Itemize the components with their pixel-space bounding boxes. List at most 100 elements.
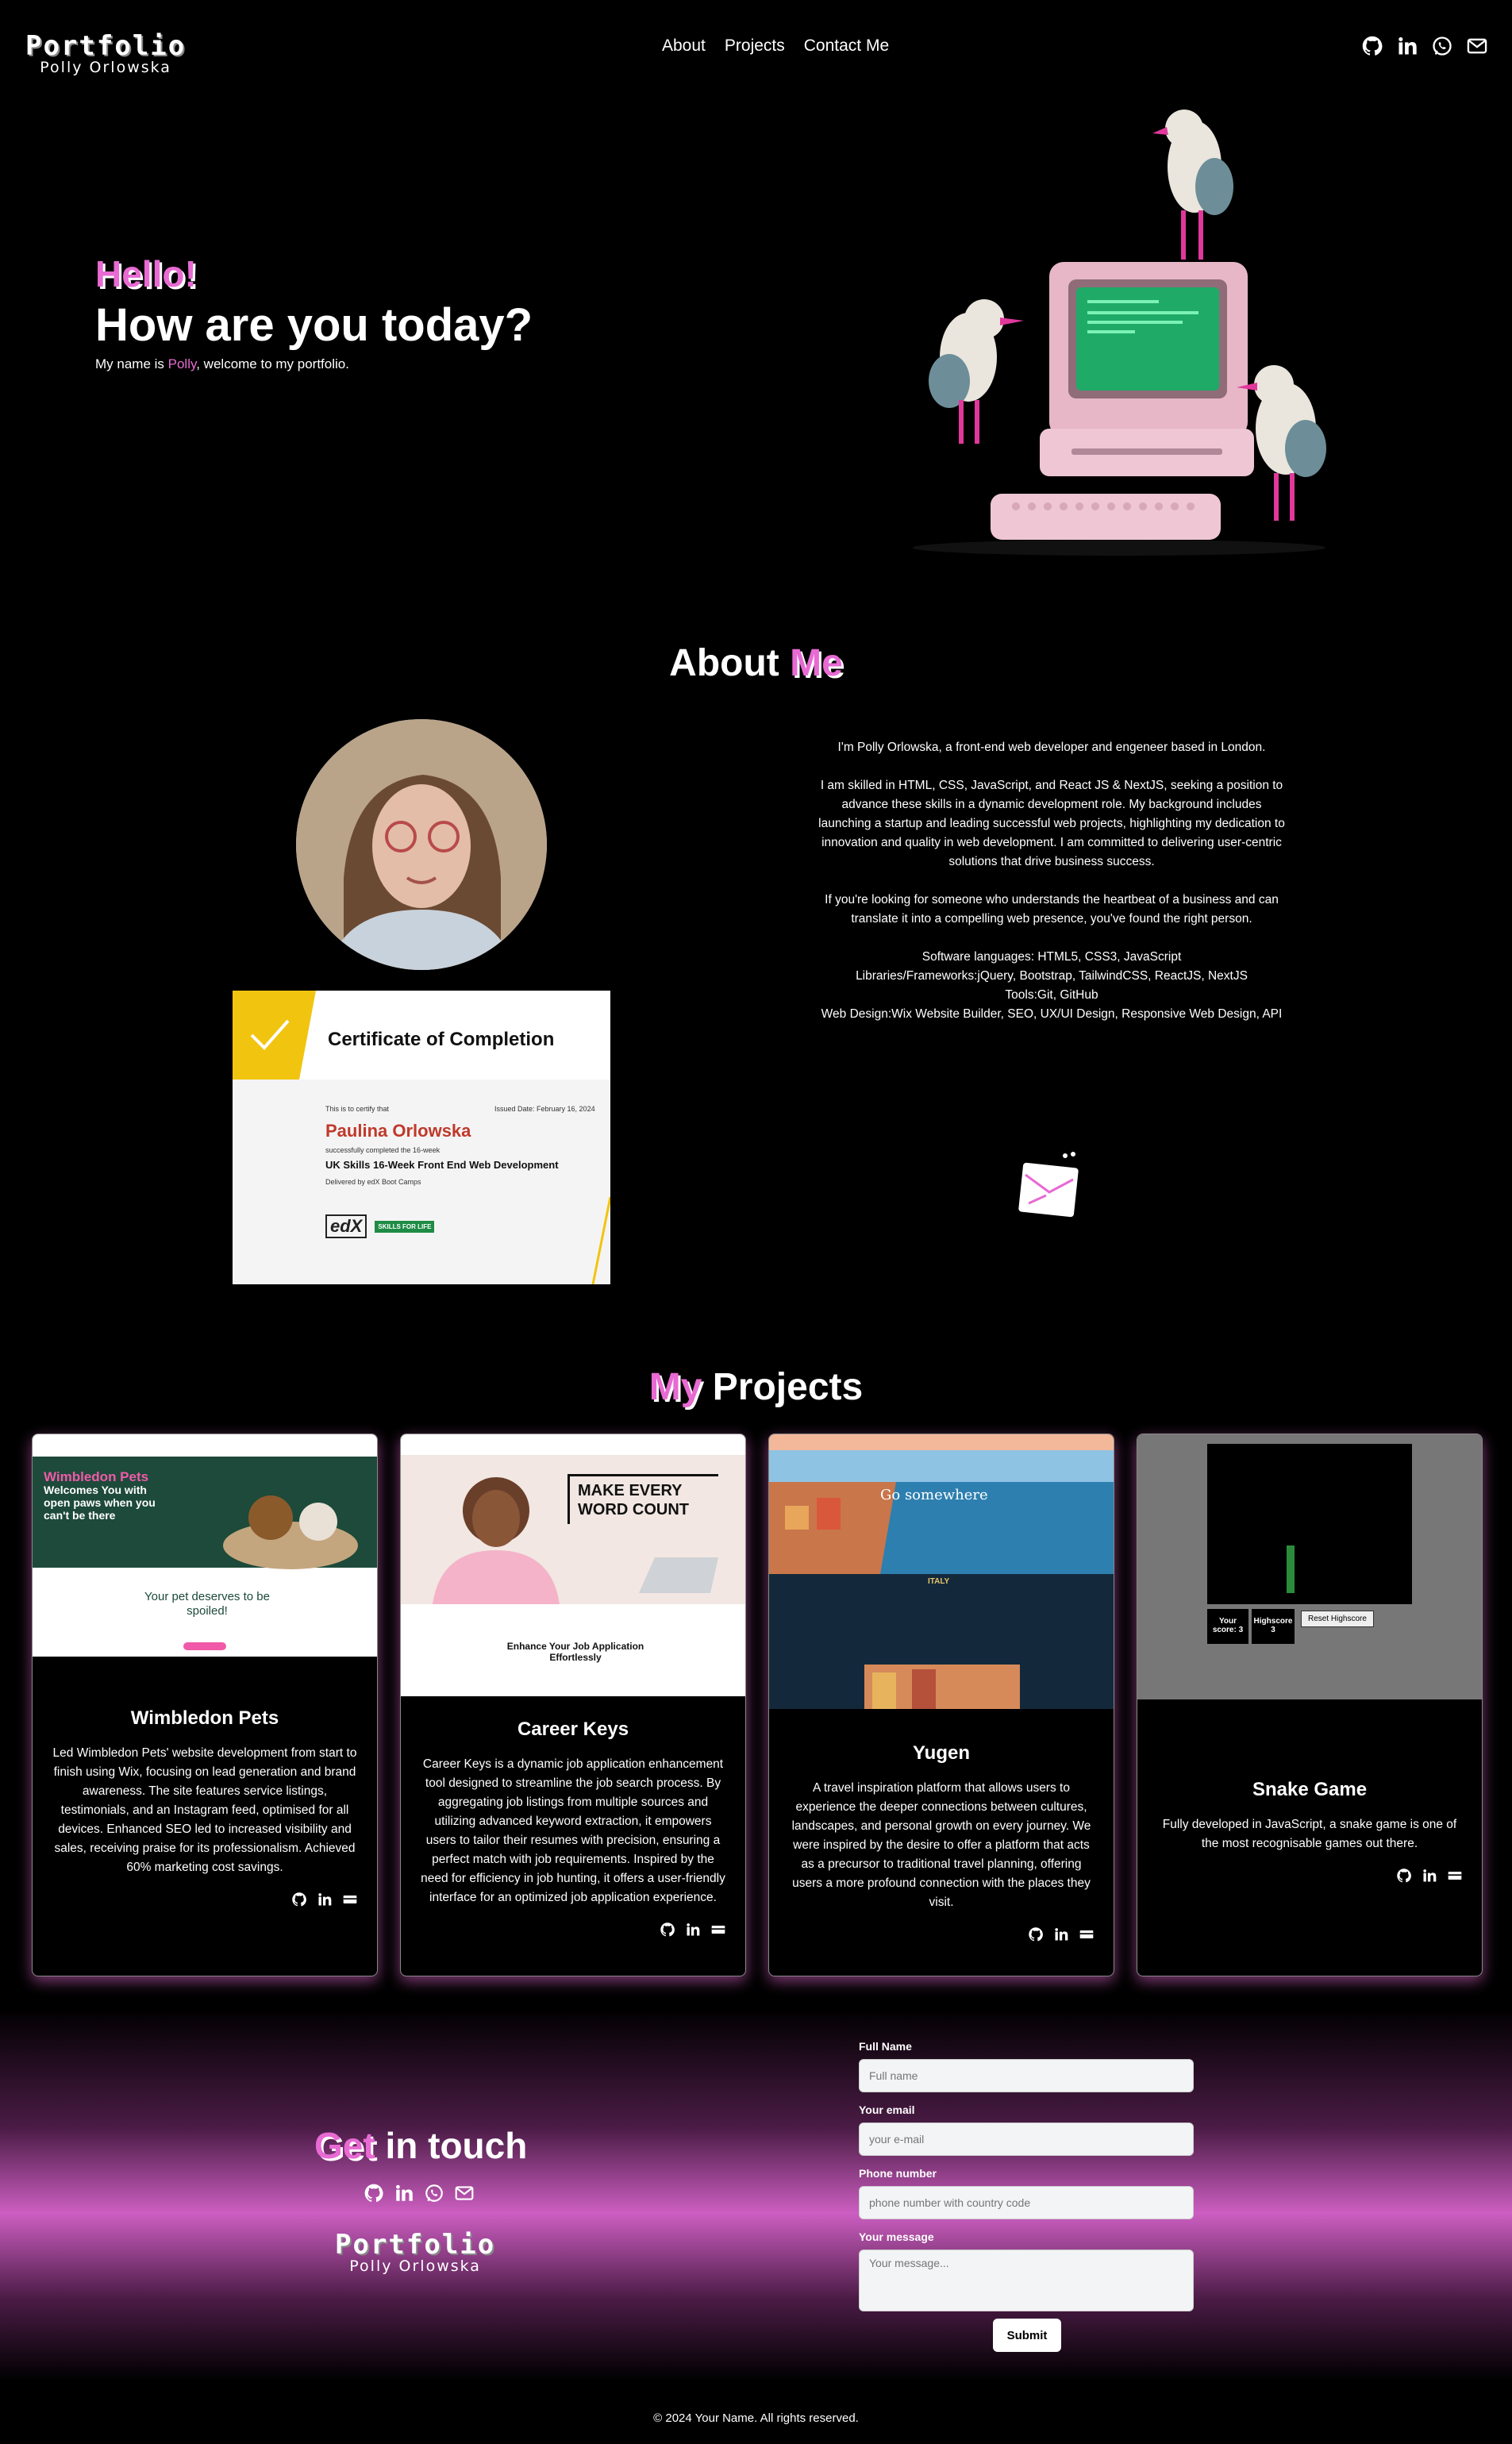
certificate-completed: successfully completed the 16-week [325,1146,441,1154]
website-icon[interactable] [1447,1868,1463,1884]
github-icon[interactable] [1361,35,1383,57]
certificate-issued-date: Issued Date: February 16, 2024 [494,1105,595,1113]
shot-tagline: Welcomes You with open paws when you can… [44,1484,156,1522]
full-name-input[interactable] [859,2059,1194,2092]
github-icon[interactable] [291,1892,307,1907]
about-pitch: If you're looking for someone who unders… [825,893,1279,926]
project-card[interactable]: Wimbledon Pets Welcomes You with open pa… [32,1434,378,1976]
envelope-illustration [1018,1152,1079,1218]
woman-photo [433,1477,560,1604]
certificate-heading: Certificate of Completion [328,1029,555,1050]
logo-subtitle: Polly Orlowska [40,59,171,76]
project-links [420,1922,726,1938]
project-card[interactable]: Your score: 3 Highscore 3 Reset Highscor… [1137,1434,1483,1976]
hero: Hello! How are you today? My name is Pol… [95,252,533,372]
linkedin-icon[interactable] [1396,35,1418,57]
linkedin-icon[interactable] [317,1892,333,1907]
shot-sub: ITALY [928,1577,950,1586]
project-description: Career Keys is a dynamic job application… [421,1757,725,1904]
project-description: Fully developed in JavaScript, a snake g… [1162,1818,1457,1850]
shot-headline: Go somewhere [880,1487,988,1503]
pets-photo [223,1495,358,1569]
portfolio-page: { "nav": { "logo_title": "Portfolio", "l… [0,0,1512,2444]
shot-sub: Enhance Your Job Application Effortlessl… [506,1641,644,1663]
project-body: Career Keys Career Keys is a dynamic job… [401,1718,745,1938]
hero-title: How are you today? [95,299,533,351]
skills-software: Software languages: HTML5, CSS3, JavaScr… [921,950,1182,964]
certificate-corner-stripe [591,1197,610,1284]
full-name-label: Full Name [859,2040,912,2053]
website-icon[interactable] [710,1922,726,1938]
snake-highscore: Highscore 3 [1252,1609,1295,1644]
project-links [788,1926,1095,1942]
snake-score: Your score: 3 [1207,1609,1248,1644]
project-body: Yugen A travel inspiration platform that… [769,1742,1114,1942]
about-skills-paragraph: I am skilled in HTML, CSS, JavaScript, a… [818,779,1285,868]
skills-libraries: Libraries/Frameworks:jQuery, Bootstrap, … [856,969,1248,983]
project-screenshot: Go somewhere ITALY [769,1434,1114,1709]
profile-photo [296,719,547,970]
github-icon[interactable] [1396,1868,1412,1884]
message-textarea[interactable] [859,2250,1194,2311]
coast-photo [769,1450,1114,1574]
contact-form: Full Name Your email Phone number Your m… [859,2040,1194,2327]
contact-social-icons [364,2183,475,2203]
email-label: Your email [859,2103,915,2116]
footer-logo-subtitle: Polly Orlowska [349,2257,481,2275]
github-icon[interactable] [660,1922,675,1938]
hero-hello: Hello! [95,253,197,294]
hero-computer-seagulls-illustration [913,110,1326,556]
footer-logo-title: Portfolio [335,2229,496,2261]
hero-subtitle: My name is Polly, welcome to my portfoli… [95,356,349,371]
project-description: Led Wimbledon Pets' website development … [52,1746,357,1874]
project-screenshot: Wimbledon Pets Welcomes You with open pa… [33,1434,377,1657]
mail-icon[interactable] [1466,35,1488,57]
reset-highscore-button[interactable]: Reset Highscore [1301,1611,1374,1627]
linkedin-icon[interactable] [1053,1926,1069,1942]
about-text: I'm Polly Orlowska, a front-end web deve… [818,738,1286,1024]
town-photo [864,1665,1020,1709]
shot-sub: Your pet deserves to be spoiled! [144,1590,270,1618]
certificate-certify: This is to certify that [325,1105,390,1113]
nav-link-about[interactable]: About [662,37,706,56]
logo[interactable]: Portfolio Polly Orlowska [25,30,186,76]
top-nav: Portfolio Polly Orlowska About Projects … [0,0,1512,95]
website-icon[interactable] [342,1892,358,1907]
linkedin-icon[interactable] [394,2183,414,2203]
whatsapp-icon[interactable] [424,2183,444,2203]
submit-button[interactable]: Submit [993,2319,1061,2352]
footer-logo[interactable]: Portfolio Polly Orlowska [335,2229,495,2275]
shot-headline: MAKE EVERY WORD COUNT [567,1474,718,1524]
project-title: Career Keys [517,1718,629,1740]
phone-input[interactable] [859,2186,1194,2219]
linkedin-icon[interactable] [1422,1868,1437,1884]
project-body: Wimbledon Pets Led Wimbledon Pets' websi… [33,1707,377,1907]
github-icon[interactable] [364,2183,384,2203]
nav-link-projects[interactable]: Projects [725,37,785,56]
certificate-name: Paulina Orlowska [325,1121,471,1141]
contact-title: Get in touch [314,2125,528,2166]
nav-links: About Projects Contact Me [662,37,889,56]
github-icon[interactable] [1028,1926,1044,1942]
edx-logo: edX [325,1214,367,1238]
phone-label: Phone number [859,2167,937,2180]
skills-list: Software languages: HTML5, CSS3, JavaScr… [818,948,1286,1024]
project-title: Wimbledon Pets [130,1707,279,1729]
contact-section [0,2008,1512,2381]
project-card[interactable]: Go somewhere ITALY Yugen A travel inspir… [768,1434,1114,1976]
whatsapp-icon[interactable] [1431,35,1453,57]
message-label: Your message [859,2230,934,2243]
project-links [52,1892,358,1907]
email-input[interactable] [859,2123,1194,2156]
project-card[interactable]: MAKE EVERY WORD COUNT Enhance Your Job A… [400,1434,746,1976]
nav-link-contact[interactable]: Contact Me [804,37,889,56]
nav-social-icons [1361,35,1488,57]
project-title: Snake Game [1252,1779,1368,1800]
project-screenshot: Your score: 3 Highscore 3 Reset Highscor… [1137,1434,1482,1699]
mail-icon[interactable] [454,2183,475,2203]
website-icon[interactable] [1079,1926,1095,1942]
certificate-logos: edX SKILLS FOR LIFE [325,1214,435,1238]
linkedin-icon[interactable] [685,1922,701,1938]
about-title: About Me [669,642,843,684]
project-title: Yugen [912,1742,970,1764]
